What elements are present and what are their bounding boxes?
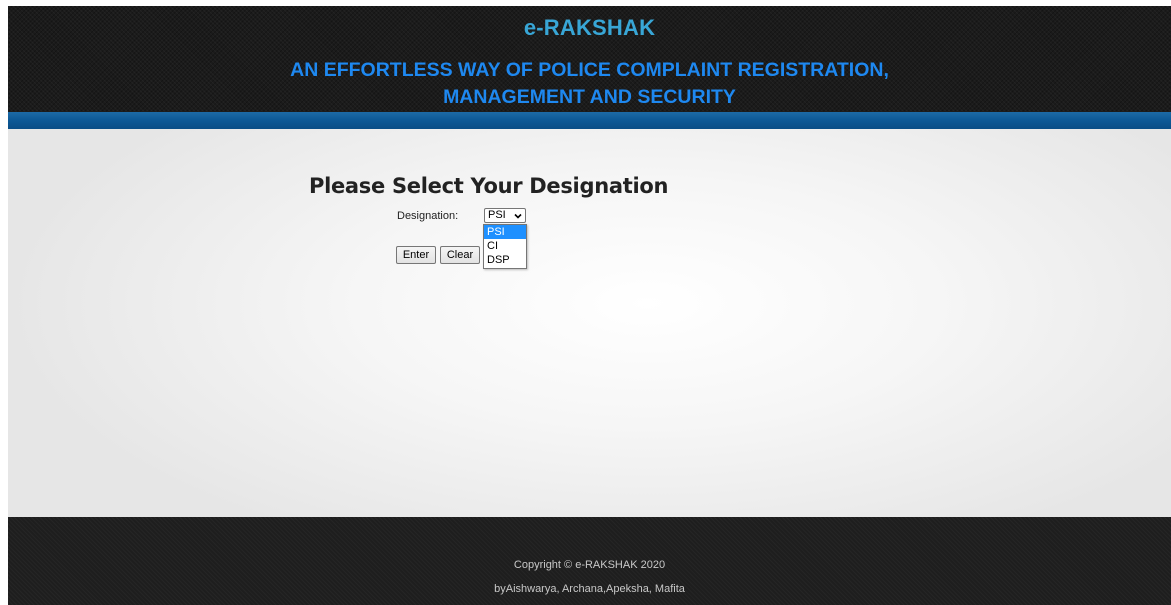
site-tagline: AN EFFORTLESS WAY OF POLICE COMPLAINT RE…	[8, 57, 1171, 111]
designation-dropdown-list: PSI CI DSP	[483, 224, 527, 269]
designation-select[interactable]: PSI	[484, 208, 526, 223]
page-frame: e-RAKSHAK AN EFFORTLESS WAY OF POLICE CO…	[8, 6, 1171, 605]
copyright-text: Copyright © e-RAKSHAK 2020	[513, 559, 666, 571]
enter-button[interactable]: Enter	[396, 246, 436, 264]
main-content: Please Select Your Designation Designati…	[8, 129, 1171, 517]
site-title: e-RAKSHAK	[523, 15, 656, 40]
header-band	[8, 112, 1171, 129]
form-heading: Please Select Your Designation	[309, 174, 669, 198]
chevron-down-icon	[514, 213, 522, 219]
credits-text: byAishwarya, Archana,Apeksha, Mafita	[494, 583, 685, 595]
designation-select-value: PSI	[488, 209, 506, 221]
tagline-line-1: AN EFFORTLESS WAY OF POLICE COMPLAINT RE…	[290, 59, 889, 81]
site-header: e-RAKSHAK AN EFFORTLESS WAY OF POLICE CO…	[8, 6, 1171, 112]
designation-option-psi[interactable]: PSI	[484, 225, 526, 239]
designation-option-dsp[interactable]: DSP	[484, 253, 526, 267]
clear-button[interactable]: Clear	[440, 246, 480, 264]
site-footer: Copyright © e-RAKSHAK 2020 byAishwarya, …	[8, 517, 1171, 605]
tagline-line-2: MANAGEMENT AND SECURITY	[443, 86, 736, 108]
designation-option-ci[interactable]: CI	[484, 239, 526, 253]
designation-label: Designation:	[397, 210, 459, 222]
